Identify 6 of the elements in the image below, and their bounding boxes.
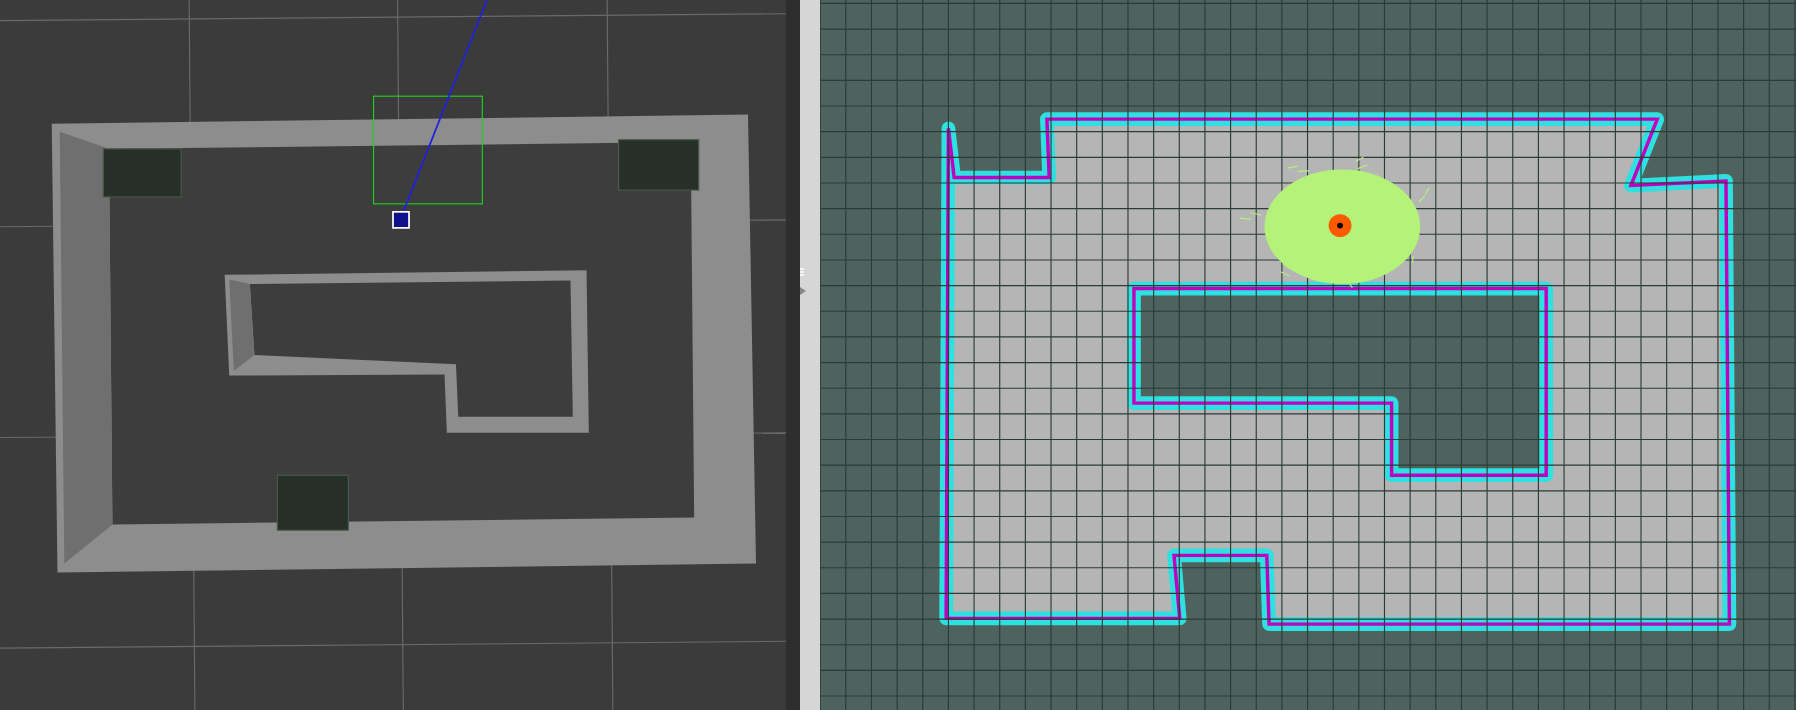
handle-icon [800, 268, 804, 276]
splitter-bar[interactable] [786, 0, 820, 710]
map-viewport[interactable] [820, 0, 1796, 710]
simulation-viewport[interactable] [0, 0, 786, 710]
robot-icon[interactable] [392, 211, 410, 229]
robot-marker-icon [1328, 214, 1352, 238]
